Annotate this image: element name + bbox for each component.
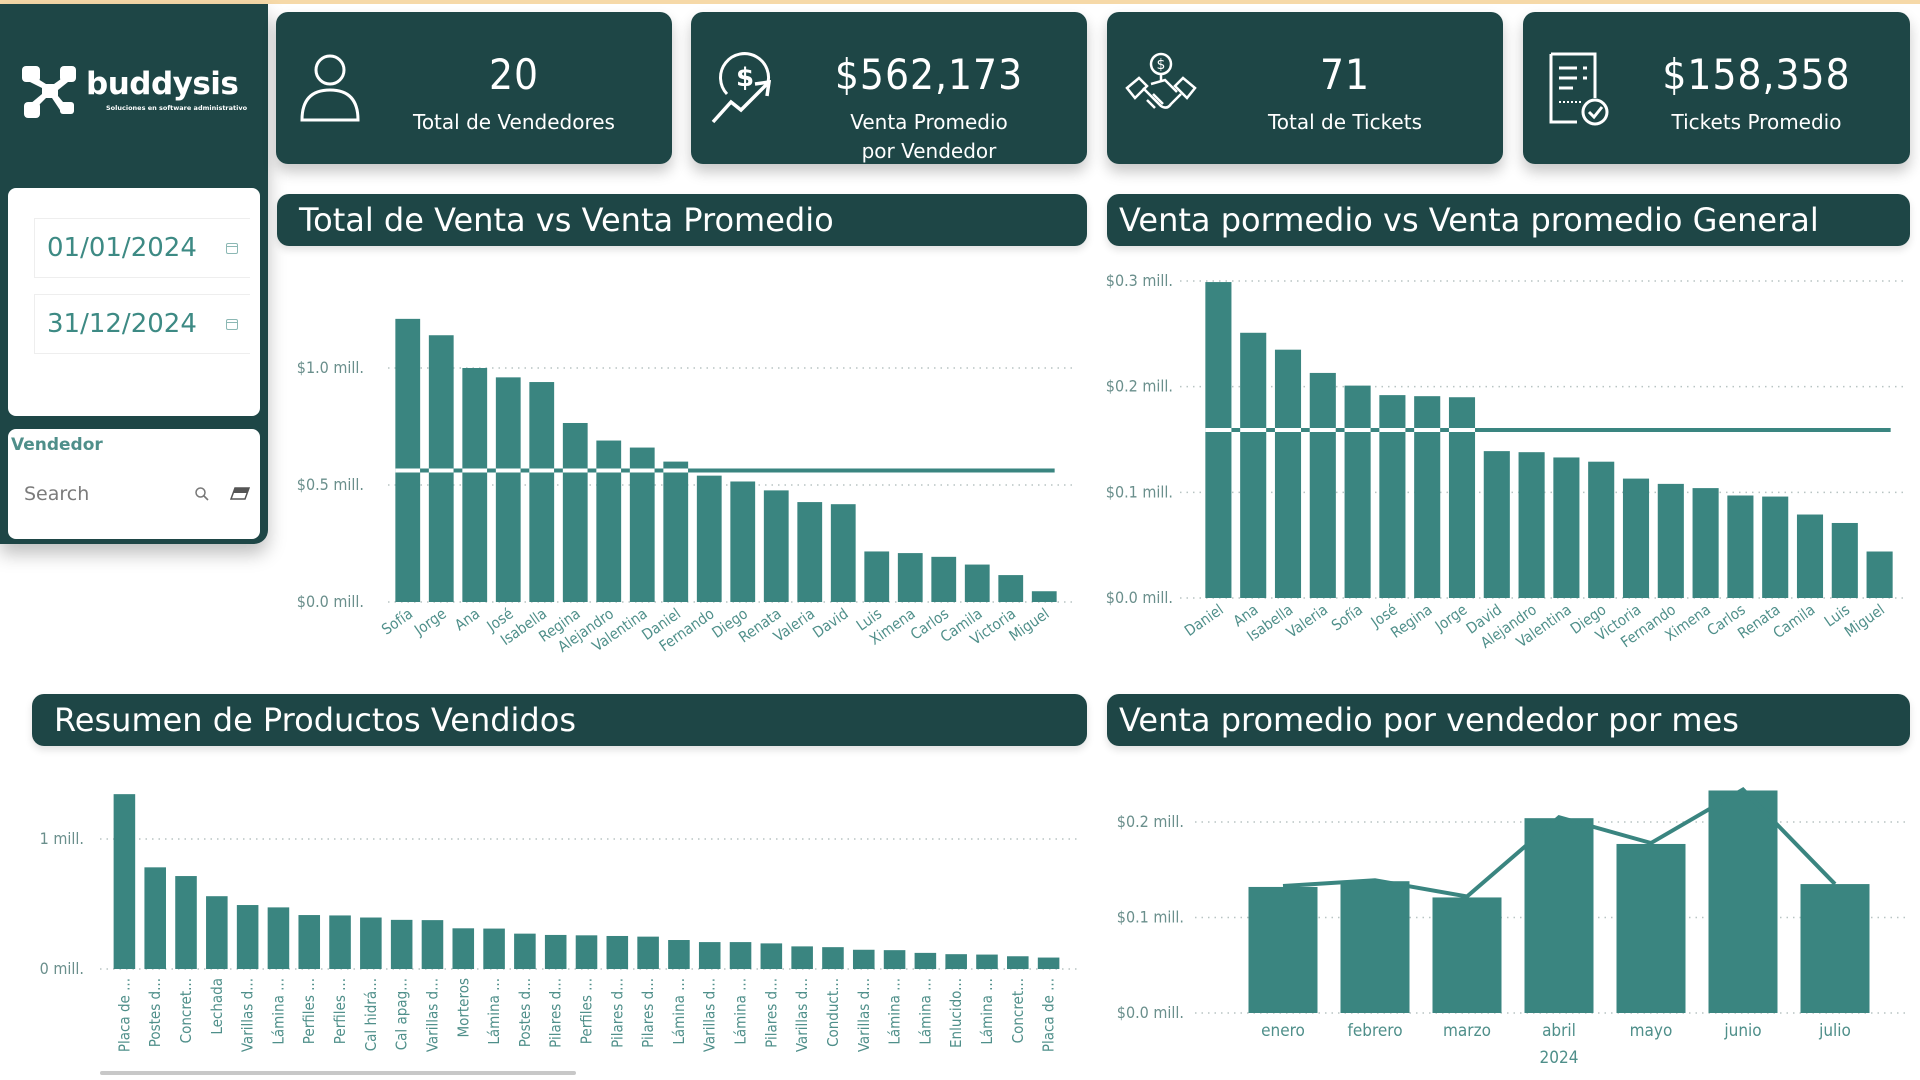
y-tick-label: $0.2 mill. <box>1117 812 1184 831</box>
y-tick-label: $0.1 mill. <box>1117 908 1184 927</box>
x-tick-label: mayo <box>1630 1021 1673 1041</box>
products-chart-scrollbar[interactable] <box>100 1071 576 1075</box>
x-group-label: 2024 <box>1540 1048 1579 1068</box>
x-tick-label: febrero <box>1347 1021 1402 1041</box>
bar[interactable] <box>1524 818 1594 1013</box>
bar[interactable] <box>1248 886 1318 1013</box>
x-tick-label: enero <box>1261 1021 1305 1041</box>
x-tick-label: marzo <box>1443 1021 1491 1041</box>
x-tick-label: julio <box>1818 1021 1851 1041</box>
chart-svg: $0.0 mill. $0.1 mill. $0.2 mill. enero febre… <box>1117 787 1908 1068</box>
bar[interactable] <box>1708 790 1778 1013</box>
bar[interactable] <box>1432 897 1502 1013</box>
x-tick-label: abril <box>1542 1021 1576 1041</box>
y-tick-label: $0.0 mill. <box>1117 1003 1184 1022</box>
x-tick-label: junio <box>1723 1021 1761 1041</box>
bar[interactable] <box>1616 843 1686 1013</box>
bar[interactable] <box>1340 881 1410 1013</box>
bar[interactable] <box>1800 884 1870 1013</box>
